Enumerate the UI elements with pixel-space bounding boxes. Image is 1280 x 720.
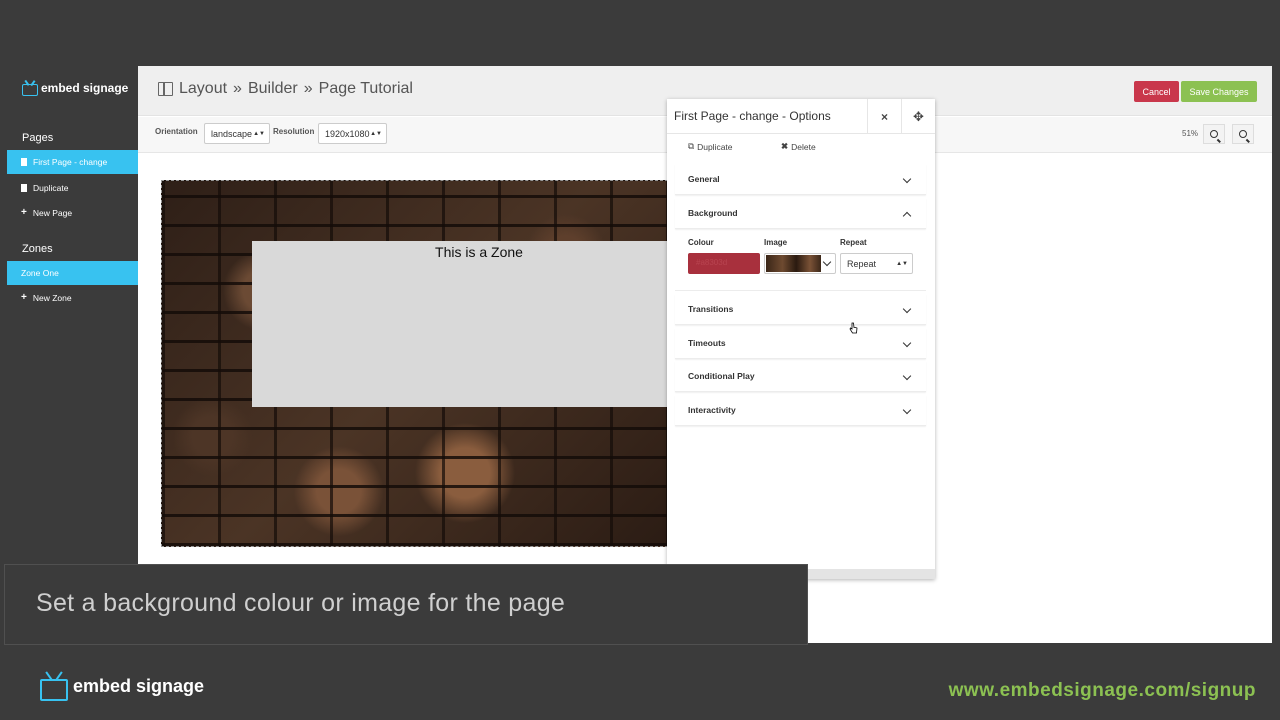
section-label: Interactivity bbox=[688, 405, 736, 415]
tv-icon bbox=[40, 671, 68, 701]
image-label: Image bbox=[764, 238, 788, 247]
page-canvas[interactable]: This is a Zone bbox=[161, 180, 668, 547]
chevron-up-icon bbox=[902, 211, 912, 221]
plus-icon: + bbox=[21, 292, 27, 303]
chevron-down-icon bbox=[902, 304, 912, 314]
options-header: First Page - change - Options × ✥ bbox=[667, 99, 935, 134]
sidebar-item-label: Duplicate bbox=[33, 183, 69, 193]
orientation-value: landscape bbox=[211, 128, 253, 139]
section-conditional-play[interactable]: Conditional Play bbox=[675, 361, 926, 392]
options-title: First Page - change - Options bbox=[674, 109, 831, 123]
options-panel: First Page - change - Options × ✥ ⧉ Dupl… bbox=[667, 99, 935, 579]
pages-heading: Pages bbox=[22, 132, 54, 144]
repeat-label: Repeat bbox=[840, 238, 867, 247]
new-zone-button[interactable]: + New Zone bbox=[7, 286, 138, 310]
breadcrumb-separator: » bbox=[233, 80, 242, 97]
sidebar-item-label: Zone One bbox=[21, 268, 59, 278]
colour-picker[interactable]: #a8303d bbox=[688, 253, 760, 274]
footer-logo: embed signage bbox=[40, 671, 204, 701]
zoom-level: 51% bbox=[1182, 129, 1199, 138]
breadcrumb-builder[interactable]: Builder bbox=[248, 80, 298, 98]
resolution-select[interactable]: 1920x1080 ▲▼ bbox=[318, 123, 387, 144]
zoom-out-icon bbox=[1210, 130, 1218, 138]
document-icon bbox=[21, 184, 27, 192]
section-label: General bbox=[688, 174, 720, 184]
sidebar-item-label: New Zone bbox=[32, 293, 72, 303]
zoom-in-icon bbox=[1239, 130, 1247, 138]
sidebar-zone-one[interactable]: Zone One bbox=[7, 261, 138, 285]
sidebar-page-first[interactable]: First Page - change bbox=[7, 150, 138, 174]
chevron-down-icon bbox=[902, 338, 912, 348]
hand-cursor-icon bbox=[849, 322, 858, 334]
background-settings: Colour Image Repeat #a8303d Repeat ▲▼ bbox=[675, 229, 926, 291]
zones-heading: Zones bbox=[22, 243, 53, 255]
sidebar-item-label: First Page - change bbox=[33, 157, 108, 167]
layout-icon bbox=[158, 82, 173, 96]
logo-text: embed signage bbox=[41, 81, 129, 95]
repeat-value: Repeat bbox=[847, 258, 877, 269]
zone-one[interactable]: This is a Zone bbox=[252, 241, 667, 407]
section-general[interactable]: General bbox=[675, 164, 926, 195]
section-label: Background bbox=[688, 208, 738, 218]
sidebar-page-duplicate[interactable]: Duplicate bbox=[7, 176, 138, 200]
breadcrumb: Layout » Builder » Page Tutorial bbox=[158, 80, 413, 98]
horizontal-scrollbar[interactable] bbox=[808, 569, 935, 579]
section-transitions[interactable]: Transitions bbox=[675, 294, 926, 325]
section-label: Timeouts bbox=[688, 338, 726, 348]
breadcrumb-separator: » bbox=[303, 80, 313, 97]
resolution-value: 1920x1080 bbox=[325, 128, 370, 139]
repeat-select[interactable]: Repeat ▲▼ bbox=[840, 253, 913, 274]
delete-button[interactable]: ✖ Delete bbox=[781, 141, 816, 152]
colour-label: Colour bbox=[688, 238, 714, 247]
image-picker[interactable] bbox=[764, 253, 836, 274]
cancel-button[interactable]: Cancel bbox=[1134, 81, 1179, 102]
zoom-in-button[interactable] bbox=[1232, 124, 1254, 144]
select-arrows-icon: ▲▼ bbox=[896, 260, 908, 267]
save-changes-button[interactable]: Save Changes bbox=[1181, 81, 1257, 102]
delete-icon: ✖ bbox=[781, 141, 789, 151]
caption-text: Set a background colour or image for the… bbox=[36, 589, 566, 617]
zone-label: This is a Zone bbox=[435, 244, 523, 260]
breadcrumb-layout[interactable]: Layout bbox=[179, 80, 227, 98]
select-arrows-icon: ▲▼ bbox=[370, 130, 382, 137]
copy-icon: ⧉ bbox=[688, 141, 695, 151]
zoom-out-button[interactable] bbox=[1203, 124, 1225, 144]
section-label: Conditional Play bbox=[688, 371, 755, 381]
signup-url: www.embedsignage.com/signup bbox=[948, 680, 1256, 701]
document-icon bbox=[21, 158, 27, 166]
chevron-down-icon bbox=[902, 405, 912, 415]
orientation-label: Orientation bbox=[155, 127, 198, 136]
close-icon[interactable]: × bbox=[867, 99, 901, 134]
new-page-button[interactable]: + New Page bbox=[7, 201, 138, 225]
sidebar-item-label: New Page bbox=[32, 208, 73, 218]
resolution-label: Resolution bbox=[273, 127, 315, 136]
duplicate-button[interactable]: ⧉ Duplicate bbox=[688, 141, 733, 152]
app-logo[interactable]: embed signage bbox=[22, 80, 128, 96]
breadcrumb-page: Page Tutorial bbox=[318, 80, 413, 97]
section-timeouts[interactable]: Timeouts bbox=[675, 328, 926, 359]
orientation-select[interactable]: landscape ▲▼ bbox=[204, 123, 270, 144]
colour-value: #a8303d bbox=[696, 258, 728, 267]
duplicate-label: Duplicate bbox=[697, 141, 733, 152]
image-thumbnail bbox=[766, 255, 821, 272]
sidebar: embed signage Pages First Page - change … bbox=[0, 66, 138, 563]
chevron-down-icon bbox=[822, 257, 832, 267]
select-arrows-icon: ▲▼ bbox=[253, 130, 265, 137]
section-background[interactable]: Background bbox=[675, 198, 926, 229]
section-label: Transitions bbox=[688, 304, 734, 314]
chevron-down-icon bbox=[902, 371, 912, 381]
section-interactivity[interactable]: Interactivity bbox=[675, 395, 926, 426]
tutorial-caption: Set a background colour or image for the… bbox=[4, 564, 808, 645]
tv-icon bbox=[22, 80, 38, 96]
plus-icon: + bbox=[21, 207, 27, 218]
move-icon[interactable]: ✥ bbox=[901, 99, 935, 134]
chevron-down-icon bbox=[902, 174, 912, 184]
delete-label: Delete bbox=[791, 141, 816, 152]
footer-logo-text: embed signage bbox=[73, 675, 205, 696]
